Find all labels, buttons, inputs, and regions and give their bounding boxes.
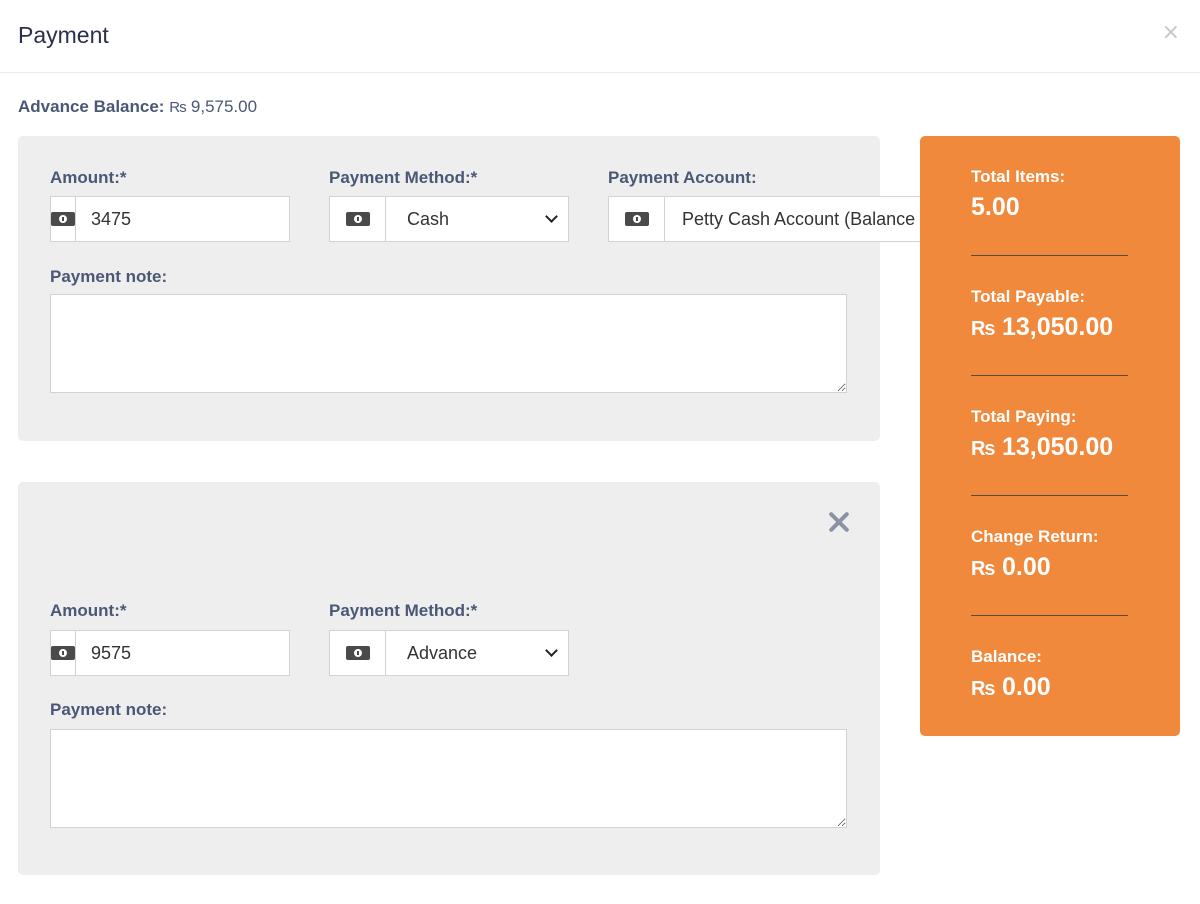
total-items-value: 5.00 [971,193,1020,221]
payment-account-value: Petty Cash Account (Balance [682,208,916,229]
currency-symbol: ₨ [971,318,996,340]
payment-row-2: Amount:* Payment Method:* Advance Paymen… [18,482,880,875]
change-return: Change Return: ₨ 0.00 [971,527,1128,582]
advance-balance-value: 9,575.00 [190,97,258,116]
payment-method-addon [330,197,386,241]
money-bill-icon [345,646,370,660]
currency-symbol: ₨ [971,438,996,460]
payment-note-textarea[interactable] [50,294,847,393]
currency-symbol: ₨ [971,558,996,580]
money-bill-icon [345,212,370,226]
total-payable-amount: ₨ 13,050.00 [971,313,1128,342]
payment-summary-panel: Total Items: 5.00 Total Payable: ₨ 13,05… [920,136,1180,736]
payment-method-select[interactable]: Cash [386,197,568,241]
advance-balance: Advance Balance: ₨ 9,575.00 [18,97,257,117]
total-items-label: Total Items: [971,167,1066,186]
payment-note-textarea[interactable] [50,729,847,828]
divider [971,615,1128,616]
payment-account-label: Payment Account: [608,168,757,187]
total-payable-label: Total Payable: [971,287,1085,306]
payment-method-select[interactable]: Advance [386,631,568,675]
amount-addon [51,631,76,675]
advance-balance-label: Advance Balance: [18,97,165,116]
payment-row-1: Amount:* Payment Method:* Cash Payment A… [18,136,920,441]
total-items: Total Items: 5.00 [971,167,1128,222]
total-paying-label: Total Paying: [971,407,1077,426]
currency-symbol: ₨ [971,678,996,700]
change-return-label: Change Return: [971,527,1099,546]
money-bill-icon [51,212,75,226]
balance-label: Balance: [971,647,1042,666]
payment-note-label: Payment note: [50,267,168,286]
balance: Balance: ₨ 0.00 [971,647,1128,702]
payment-method-addon [330,631,386,675]
remove-payment-row-icon[interactable] [826,509,852,535]
balance-value: 0.00 [1001,673,1051,701]
payment-method-group: Cash [329,196,569,242]
amount-input[interactable] [76,197,323,241]
total-paying: Total Paying: ₨ 13,050.00 [971,407,1128,462]
chevron-down-icon [545,644,558,657]
payment-method-group: Advance [329,630,569,676]
amount-input[interactable] [76,631,323,675]
payment-account-addon [609,197,665,241]
modal-title: Payment [18,22,109,48]
balance-amount: ₨ 0.00 [971,673,1128,702]
money-bill-icon [624,212,649,226]
money-bill-icon [51,646,75,660]
total-paying-value: 13,050.00 [1001,433,1114,461]
payment-account-select[interactable]: Petty Cash Account (Balance [665,197,920,241]
payment-method-label: Payment Method:* [329,601,478,620]
chevron-down-icon [545,210,558,223]
payment-account-group: Petty Cash Account (Balance [608,196,920,242]
payment-method-value: Cash [407,208,450,229]
divider [971,255,1128,256]
divider [971,375,1128,376]
payment-method-value: Advance [407,642,478,663]
change-return-value: 0.00 [1001,553,1051,581]
amount-label: Amount:* [50,168,127,187]
modal-close-button[interactable]: × [1162,22,1180,44]
total-paying-amount: ₨ 13,050.00 [971,433,1128,462]
payment-note-label: Payment note: [50,700,168,719]
change-return-amount: ₨ 0.00 [971,553,1128,582]
amount-input-group [50,630,323,676]
total-payable: Total Payable: ₨ 13,050.00 [971,287,1128,342]
amount-label: Amount:* [50,601,127,620]
divider [971,495,1128,496]
amount-input-group [50,196,323,242]
payment-method-label: Payment Method:* [329,168,478,187]
currency-symbol: ₨ [169,99,187,116]
total-payable-value: 13,050.00 [1001,313,1114,341]
modal-header: Payment × [0,0,1200,73]
amount-addon [51,197,76,241]
